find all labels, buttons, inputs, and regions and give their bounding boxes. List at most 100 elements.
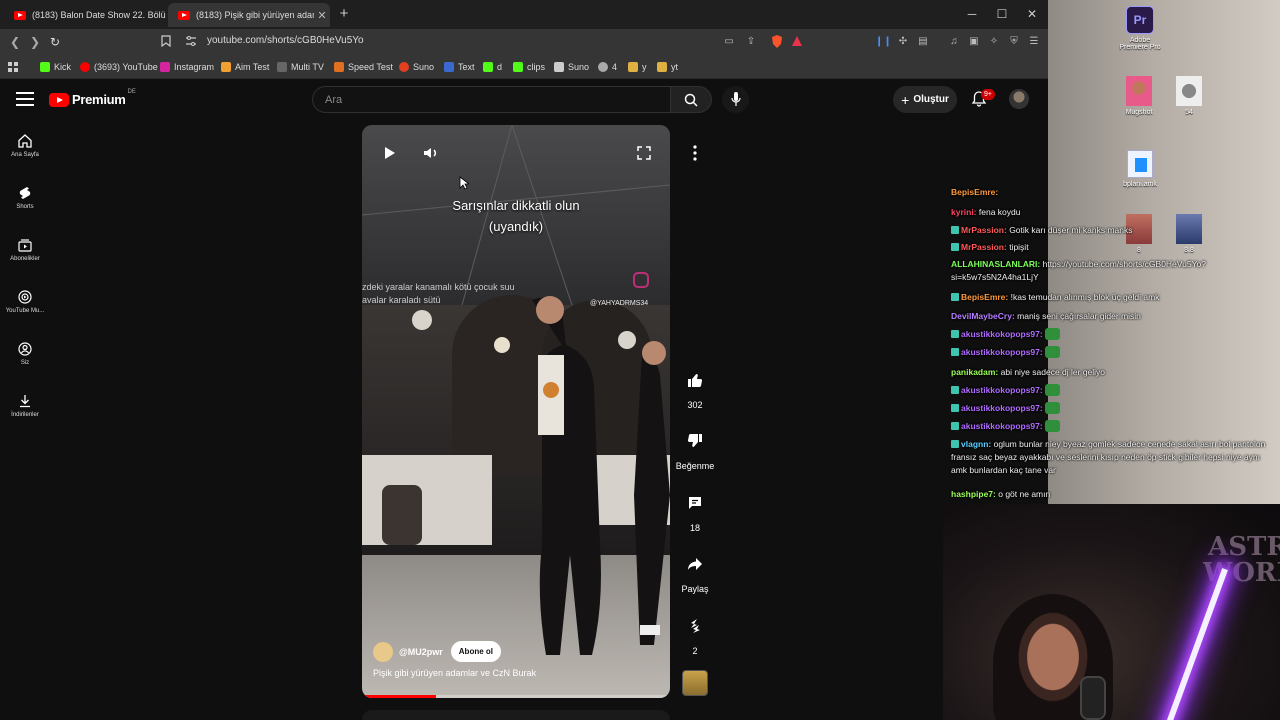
channel-avatar[interactable] bbox=[373, 641, 393, 662]
reload-button[interactable]: ↻ bbox=[46, 33, 64, 51]
vpn-icon[interactable]: ⛨ bbox=[1007, 35, 1021, 49]
url-text[interactable]: youtube.com/shorts/cGB0HeVu5Yo bbox=[207, 35, 364, 46]
new-tab-button[interactable]: + bbox=[336, 5, 352, 22]
volume-icon[interactable] bbox=[420, 142, 442, 164]
tab-balon-date-show[interactable]: (8183) Balon Date Show 22. Bölüm - bbox=[4, 3, 166, 27]
dislike-button[interactable] bbox=[677, 423, 713, 459]
guide-menu-button[interactable] bbox=[16, 92, 34, 108]
chat-username[interactable]: MrPassion: bbox=[961, 225, 1007, 235]
chat-username[interactable]: akustikkokopops97: bbox=[961, 421, 1043, 431]
bookmark-4[interactable]: 4 bbox=[598, 60, 617, 74]
channel-info: @MU2pwr Abone ol bbox=[373, 641, 501, 662]
bookmark-multi-tv[interactable]: Multi TV bbox=[277, 60, 324, 74]
tab-close-icon[interactable]: ✕ bbox=[314, 9, 330, 22]
back-button[interactable]: ❮ bbox=[6, 33, 24, 51]
bookmark-page-icon[interactable] bbox=[159, 35, 173, 49]
more-options-icon[interactable] bbox=[685, 142, 705, 164]
dislike-label: Beğenme bbox=[675, 461, 715, 471]
search-input[interactable] bbox=[313, 87, 670, 112]
chat-username[interactable]: hashpipe7: bbox=[951, 489, 996, 499]
desktop-icon-bplani[interactable]: bplani.amk bbox=[1109, 150, 1171, 188]
brave-rewards-icon[interactable] bbox=[790, 35, 804, 49]
chat-username[interactable]: BepisEmre: bbox=[951, 187, 998, 197]
chat-username[interactable]: akustikkokopops97: bbox=[961, 347, 1043, 357]
fullscreen-icon[interactable] bbox=[633, 142, 655, 164]
progress-bar[interactable] bbox=[362, 695, 670, 698]
bookmark-kick[interactable]: Kick bbox=[40, 60, 71, 74]
play-icon[interactable] bbox=[378, 142, 400, 164]
bookmark-instagram[interactable]: Instagram bbox=[160, 60, 214, 74]
bookmark-suno-2[interactable]: Suno bbox=[554, 60, 589, 74]
remix-button[interactable] bbox=[677, 608, 713, 644]
chat-username[interactable]: DevilMaybeCry: bbox=[951, 311, 1015, 321]
brave-shield-icon[interactable] bbox=[770, 35, 784, 49]
like-button[interactable] bbox=[677, 362, 713, 398]
leo-ai-icon[interactable]: ✧ bbox=[987, 35, 1001, 49]
chat-username[interactable]: BepisEmre: bbox=[961, 292, 1008, 302]
account-avatar[interactable] bbox=[1009, 89, 1029, 109]
subscriber-badge-icon bbox=[951, 386, 959, 394]
guide-item-subscriptions[interactable]: Abonelikler bbox=[0, 238, 50, 262]
guide-item-youtube-music[interactable]: YouTube Mu... bbox=[0, 290, 50, 314]
chat-message: ALLAHINASLANLARI: https://youtube.com/sh… bbox=[951, 258, 1269, 284]
bookmark-text[interactable]: Text bbox=[444, 60, 475, 74]
guide-item-shorts[interactable]: Shorts bbox=[0, 186, 50, 210]
guide-item-you[interactable]: Siz bbox=[0, 342, 50, 366]
chat-username[interactable]: panikadam: bbox=[951, 367, 998, 377]
guide-item-home[interactable]: Ana Sayfa bbox=[0, 134, 50, 158]
chat-username[interactable]: akustikkokopops97: bbox=[961, 329, 1043, 339]
clips-icon bbox=[513, 62, 523, 72]
create-button[interactable]: + Oluştur bbox=[893, 86, 957, 113]
search-button[interactable] bbox=[670, 86, 712, 113]
guide-item-downloads[interactable]: İndirilenler bbox=[0, 394, 50, 418]
bookmark-d[interactable]: d bbox=[483, 60, 502, 74]
forward-button[interactable]: ❯ bbox=[26, 33, 44, 51]
tab-label: (8183) Pişik gibi yürüyen adamla bbox=[196, 10, 314, 20]
wallet-icon[interactable]: ▣ bbox=[967, 35, 981, 49]
close-window-button[interactable]: ✕ bbox=[1018, 4, 1046, 24]
bookmark-folder-y[interactable]: y bbox=[628, 60, 647, 74]
sound-thumbnail[interactable] bbox=[682, 670, 708, 696]
share-page-icon[interactable]: ⇪ bbox=[744, 35, 758, 49]
youtube-favicon-icon bbox=[178, 10, 190, 20]
like-action: 302 bbox=[675, 362, 715, 410]
bookmark-speed-test[interactable]: Speed Test bbox=[334, 60, 393, 74]
chat-username[interactable]: ALLAHINASLANLARI: bbox=[951, 259, 1040, 269]
shorts-player[interactable]: Sarışınlar dikkatli olun (uyandık) zdeki… bbox=[362, 125, 670, 698]
channel-name[interactable]: @MU2pwr bbox=[399, 647, 443, 657]
chat-text: o göt ne amın bbox=[995, 489, 1051, 499]
tab-pisik-gibi-active[interactable]: (8183) Pişik gibi yürüyen adamla ✕ bbox=[168, 3, 330, 27]
site-info-icon[interactable] bbox=[184, 35, 198, 49]
browser-menu-icon[interactable]: ☰ bbox=[1027, 35, 1041, 49]
subscribe-button[interactable]: Abone ol bbox=[450, 641, 501, 662]
audio-playing-icon[interactable]: ❙❙ bbox=[875, 35, 892, 49]
bookmark-clips[interactable]: clips bbox=[513, 60, 545, 74]
bookmark-suno[interactable]: Suno bbox=[399, 60, 434, 74]
share-button[interactable] bbox=[677, 546, 713, 582]
chat-username[interactable]: kyrini: bbox=[951, 207, 977, 217]
bookmark-folder-yt[interactable]: yt bbox=[657, 60, 678, 74]
youtube-premium-logo[interactable]: Premium DE bbox=[49, 89, 136, 107]
chat-username[interactable]: akustikkokopops97: bbox=[961, 403, 1043, 413]
comments-button[interactable] bbox=[677, 485, 713, 521]
search-icon bbox=[684, 93, 698, 107]
extensions-icon[interactable]: ✣ bbox=[896, 35, 910, 49]
desktop-icon-premiere[interactable]: Pr Adobe Premiere Pro bbox=[1109, 6, 1171, 51]
media-icon[interactable]: ♫ bbox=[947, 35, 961, 49]
voice-search-button[interactable] bbox=[722, 86, 749, 113]
bookmark-aim-test[interactable]: Aim Test bbox=[221, 60, 269, 74]
chat-username[interactable]: MrPassion: bbox=[961, 242, 1007, 252]
next-short-preview[interactable] bbox=[362, 710, 670, 720]
remix-icon bbox=[691, 619, 700, 633]
chat-username[interactable]: vlagnn: bbox=[961, 439, 991, 449]
minimize-button[interactable]: ─ bbox=[958, 4, 986, 24]
apps-grid-icon[interactable] bbox=[8, 60, 19, 74]
cast-icon[interactable]: ▭ bbox=[722, 35, 736, 49]
instagram-icon bbox=[160, 62, 170, 72]
sidebar-toggle-icon[interactable]: ▤ bbox=[916, 35, 930, 49]
bookmark-youtube[interactable]: (3693) YouTube bbox=[80, 60, 158, 74]
chat-username[interactable]: akustikkokopops97: bbox=[961, 385, 1043, 395]
maximize-button[interactable]: ☐ bbox=[988, 4, 1016, 24]
desktop-icon-54[interactable]: 54 bbox=[1158, 76, 1220, 116]
video-title[interactable]: Pişik gibi yürüyen adamlar ve CzN Burak bbox=[373, 668, 536, 678]
